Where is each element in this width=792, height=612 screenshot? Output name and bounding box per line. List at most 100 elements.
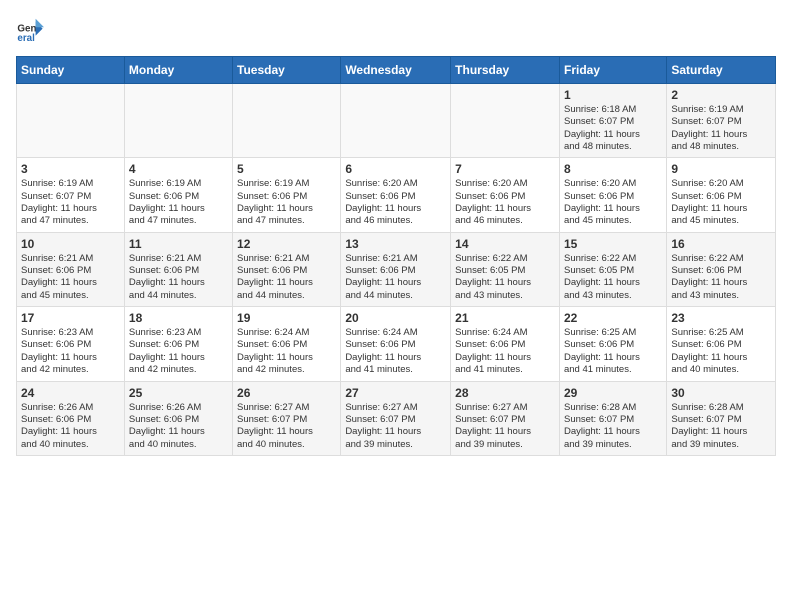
calendar-cell: 8 Sunrise: 6:20 AM Sunset: 6:06 PM Daylig… [559, 158, 666, 232]
calendar-header-saturday: Saturday [667, 57, 776, 84]
day-number: 27 [345, 386, 446, 400]
calendar-cell: 9 Sunrise: 6:20 AM Sunset: 6:06 PM Daylig… [667, 158, 776, 232]
page-header: Gen eral [16, 16, 776, 44]
svg-text:eral: eral [17, 33, 35, 44]
calendar-table: SundayMondayTuesdayWednesdayThursdayFrid… [16, 56, 776, 456]
day-info: Sunrise: 6:20 AM Sunset: 6:06 PM Dayligh… [345, 178, 446, 227]
calendar-cell: 21 Sunrise: 6:24 AM Sunset: 6:06 PM Dayli… [451, 307, 560, 381]
day-info: Sunrise: 6:19 AM Sunset: 6:06 PM Dayligh… [129, 178, 228, 227]
day-number: 16 [671, 237, 771, 251]
calendar-cell: 16 Sunrise: 6:22 AM Sunset: 6:06 PM Dayli… [667, 232, 776, 306]
day-info: Sunrise: 6:24 AM Sunset: 6:06 PM Dayligh… [345, 327, 446, 376]
logo-icon: Gen eral [16, 16, 44, 44]
day-info: Sunrise: 6:21 AM Sunset: 6:06 PM Dayligh… [345, 253, 446, 302]
calendar-week-3: 10 Sunrise: 6:21 AM Sunset: 6:06 PM Dayli… [17, 232, 776, 306]
logo: Gen eral [16, 16, 48, 44]
calendar-cell: 19 Sunrise: 6:24 AM Sunset: 6:06 PM Dayli… [233, 307, 341, 381]
calendar-cell: 20 Sunrise: 6:24 AM Sunset: 6:06 PM Dayli… [341, 307, 451, 381]
calendar-week-1: 1Sunrise: 6:18 AM Sunset: 6:07 PM Daylig… [17, 84, 776, 158]
day-info: Sunrise: 6:25 AM Sunset: 6:06 PM Dayligh… [564, 327, 662, 376]
calendar-cell: 10 Sunrise: 6:21 AM Sunset: 6:06 PM Dayli… [17, 232, 125, 306]
day-info: Sunrise: 6:28 AM Sunset: 6:07 PM Dayligh… [564, 402, 662, 451]
day-info: Sunrise: 6:22 AM Sunset: 6:05 PM Dayligh… [455, 253, 555, 302]
calendar-header-tuesday: Tuesday [233, 57, 341, 84]
calendar-cell: 25 Sunrise: 6:26 AM Sunset: 6:06 PM Dayli… [124, 381, 232, 455]
day-number: 22 [564, 311, 662, 325]
calendar-cell: 29Sunrise: 6:28 AM Sunset: 6:07 PM Dayli… [559, 381, 666, 455]
calendar-cell: 4 Sunrise: 6:19 AM Sunset: 6:06 PM Daylig… [124, 158, 232, 232]
day-number: 19 [237, 311, 336, 325]
calendar-cell [341, 84, 451, 158]
calendar-cell: 24 Sunrise: 6:26 AM Sunset: 6:06 PM Dayli… [17, 381, 125, 455]
calendar-cell: 30Sunrise: 6:28 AM Sunset: 6:07 PM Dayli… [667, 381, 776, 455]
day-number: 10 [21, 237, 120, 251]
day-number: 24 [21, 386, 120, 400]
calendar-cell [233, 84, 341, 158]
day-info: Sunrise: 6:22 AM Sunset: 6:06 PM Dayligh… [671, 253, 771, 302]
calendar-header-row: SundayMondayTuesdayWednesdayThursdayFrid… [17, 57, 776, 84]
day-info: Sunrise: 6:23 AM Sunset: 6:06 PM Dayligh… [129, 327, 228, 376]
day-info: Sunrise: 6:24 AM Sunset: 6:06 PM Dayligh… [455, 327, 555, 376]
calendar-cell: 26Sunrise: 6:27 AM Sunset: 6:07 PM Dayli… [233, 381, 341, 455]
day-number: 2 [671, 88, 771, 102]
calendar-cell: 5 Sunrise: 6:19 AM Sunset: 6:06 PM Daylig… [233, 158, 341, 232]
day-number: 11 [129, 237, 228, 251]
calendar-cell: 27 Sunrise: 6:27 AM Sunset: 6:07 PM Dayli… [341, 381, 451, 455]
calendar-cell: 17Sunrise: 6:23 AM Sunset: 6:06 PM Dayli… [17, 307, 125, 381]
calendar-cell: 7 Sunrise: 6:20 AM Sunset: 6:06 PM Daylig… [451, 158, 560, 232]
day-number: 23 [671, 311, 771, 325]
calendar-cell: 15Sunrise: 6:22 AM Sunset: 6:05 PM Dayli… [559, 232, 666, 306]
day-info: Sunrise: 6:23 AM Sunset: 6:06 PM Dayligh… [21, 327, 120, 376]
day-info: Sunrise: 6:28 AM Sunset: 6:07 PM Dayligh… [671, 402, 771, 451]
day-number: 25 [129, 386, 228, 400]
calendar-cell: 22 Sunrise: 6:25 AM Sunset: 6:06 PM Dayli… [559, 307, 666, 381]
day-info: Sunrise: 6:27 AM Sunset: 6:07 PM Dayligh… [345, 402, 446, 451]
day-number: 5 [237, 162, 336, 176]
calendar-header-monday: Monday [124, 57, 232, 84]
calendar-cell [124, 84, 232, 158]
day-info: Sunrise: 6:21 AM Sunset: 6:06 PM Dayligh… [237, 253, 336, 302]
calendar-week-4: 17Sunrise: 6:23 AM Sunset: 6:06 PM Dayli… [17, 307, 776, 381]
calendar-week-5: 24 Sunrise: 6:26 AM Sunset: 6:06 PM Dayli… [17, 381, 776, 455]
calendar-header-wednesday: Wednesday [341, 57, 451, 84]
day-info: Sunrise: 6:21 AM Sunset: 6:06 PM Dayligh… [21, 253, 120, 302]
day-info: Sunrise: 6:26 AM Sunset: 6:06 PM Dayligh… [21, 402, 120, 451]
day-info: Sunrise: 6:24 AM Sunset: 6:06 PM Dayligh… [237, 327, 336, 376]
calendar-cell: 14 Sunrise: 6:22 AM Sunset: 6:05 PM Dayli… [451, 232, 560, 306]
day-number: 18 [129, 311, 228, 325]
day-number: 7 [455, 162, 555, 176]
calendar-cell: 2 Sunrise: 6:19 AM Sunset: 6:07 PM Daylig… [667, 84, 776, 158]
calendar-cell: 6 Sunrise: 6:20 AM Sunset: 6:06 PM Daylig… [341, 158, 451, 232]
day-number: 12 [237, 237, 336, 251]
calendar-header-sunday: Sunday [17, 57, 125, 84]
day-number: 14 [455, 237, 555, 251]
calendar-cell [17, 84, 125, 158]
day-info: Sunrise: 6:19 AM Sunset: 6:07 PM Dayligh… [671, 104, 771, 153]
day-number: 3 [21, 162, 120, 176]
day-number: 6 [345, 162, 446, 176]
day-info: Sunrise: 6:25 AM Sunset: 6:06 PM Dayligh… [671, 327, 771, 376]
day-number: 28 [455, 386, 555, 400]
day-number: 8 [564, 162, 662, 176]
day-number: 9 [671, 162, 771, 176]
day-info: Sunrise: 6:20 AM Sunset: 6:06 PM Dayligh… [455, 178, 555, 227]
day-info: Sunrise: 6:20 AM Sunset: 6:06 PM Dayligh… [564, 178, 662, 227]
day-info: Sunrise: 6:26 AM Sunset: 6:06 PM Dayligh… [129, 402, 228, 451]
calendar-cell: 13Sunrise: 6:21 AM Sunset: 6:06 PM Dayli… [341, 232, 451, 306]
day-number: 20 [345, 311, 446, 325]
day-info: Sunrise: 6:19 AM Sunset: 6:06 PM Dayligh… [237, 178, 336, 227]
day-info: Sunrise: 6:27 AM Sunset: 6:07 PM Dayligh… [455, 402, 555, 451]
calendar-cell: 23 Sunrise: 6:25 AM Sunset: 6:06 PM Dayli… [667, 307, 776, 381]
calendar-cell: 1Sunrise: 6:18 AM Sunset: 6:07 PM Daylig… [559, 84, 666, 158]
day-number: 4 [129, 162, 228, 176]
day-info: Sunrise: 6:20 AM Sunset: 6:06 PM Dayligh… [671, 178, 771, 227]
day-number: 21 [455, 311, 555, 325]
day-info: Sunrise: 6:27 AM Sunset: 6:07 PM Dayligh… [237, 402, 336, 451]
day-info: Sunrise: 6:18 AM Sunset: 6:07 PM Dayligh… [564, 104, 662, 153]
calendar-cell: 11Sunrise: 6:21 AM Sunset: 6:06 PM Dayli… [124, 232, 232, 306]
calendar-header-friday: Friday [559, 57, 666, 84]
calendar-week-2: 3Sunrise: 6:19 AM Sunset: 6:07 PM Daylig… [17, 158, 776, 232]
day-number: 15 [564, 237, 662, 251]
calendar-cell: 28 Sunrise: 6:27 AM Sunset: 6:07 PM Dayli… [451, 381, 560, 455]
calendar-cell [451, 84, 560, 158]
